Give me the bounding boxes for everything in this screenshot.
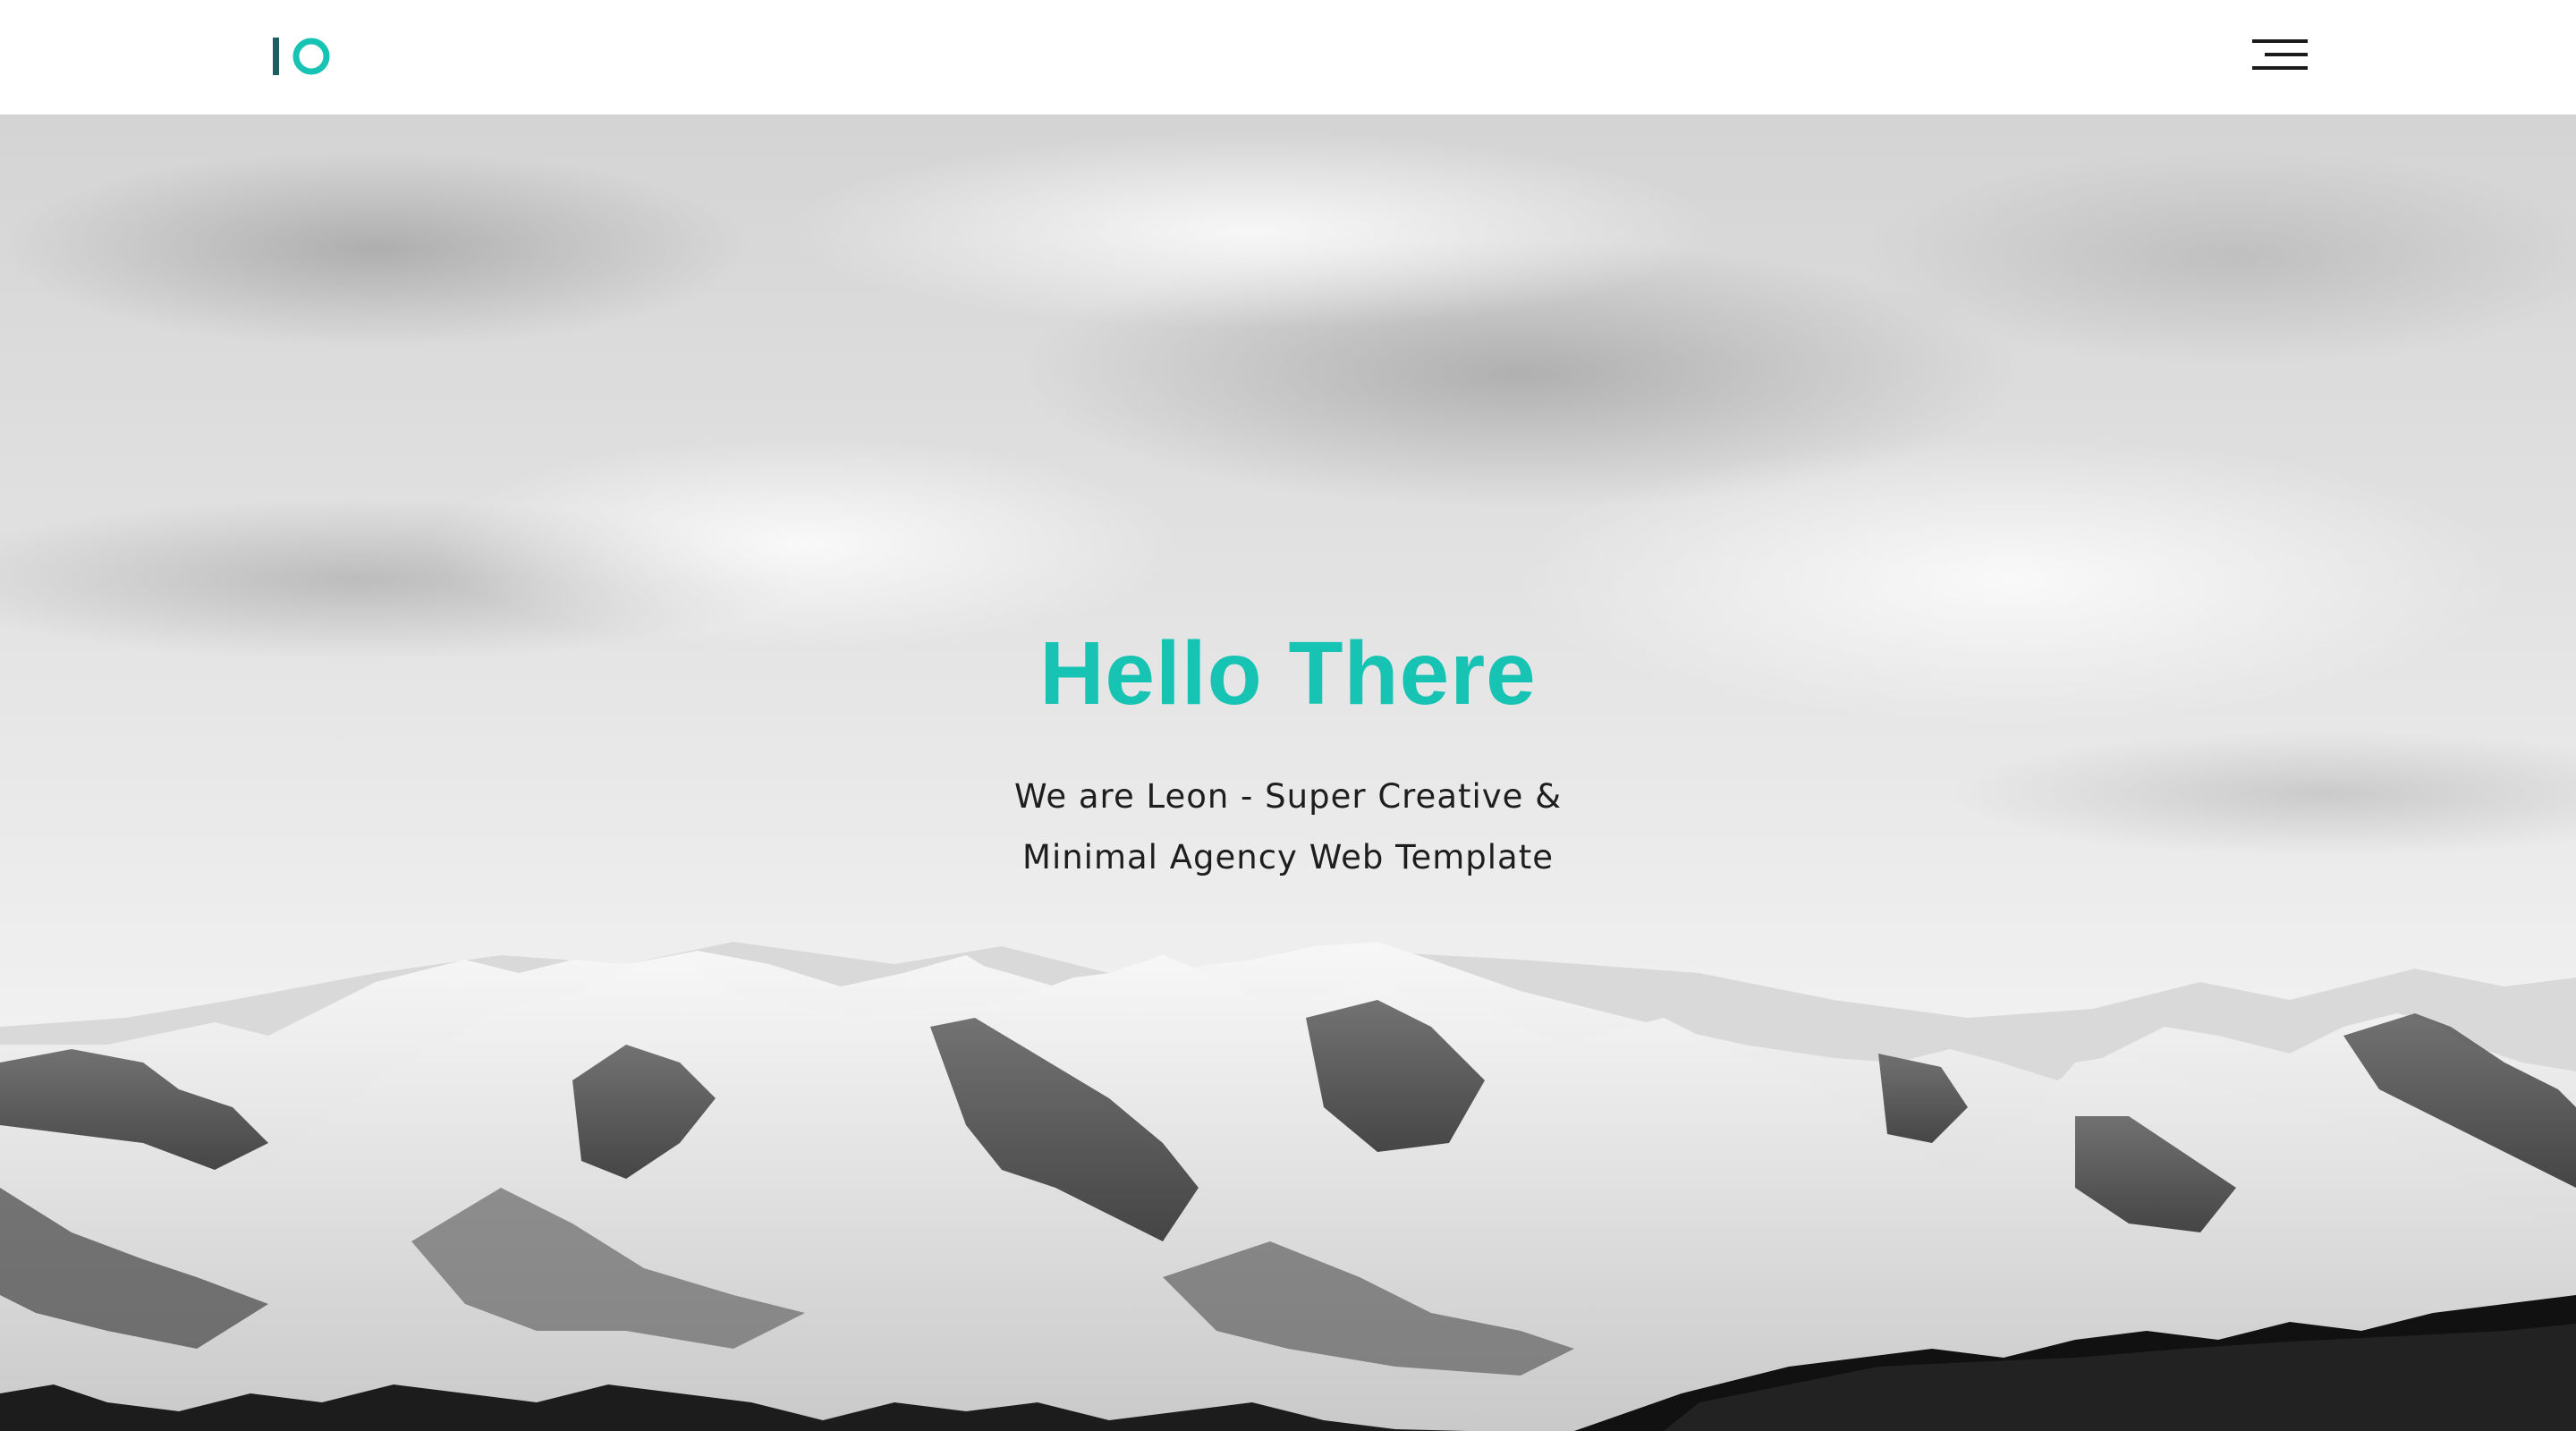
page: Hello There We are Leon - Super Creative… [0, 0, 2576, 1431]
hero-section: Hello There We are Leon - Super Creative… [0, 114, 2576, 1431]
hero-subtitle-line-1: We are Leon - Super Creative & [1013, 777, 1563, 816]
hero-content: Hello There We are Leon - Super Creative… [0, 620, 2576, 888]
hero-title: Hello There [1039, 623, 1537, 724]
menu-button[interactable] [2252, 38, 2308, 72]
site-header [0, 0, 2576, 114]
hero-subtitle: We are Leon - Super Creative & Minimal A… [966, 766, 1610, 888]
logo-icon [273, 38, 330, 75]
hamburger-menu-icon [2252, 39, 2308, 70]
hero-subtitle-line-2: Minimal Agency Web Template [1022, 838, 1554, 876]
logo-link[interactable] [270, 34, 333, 79]
